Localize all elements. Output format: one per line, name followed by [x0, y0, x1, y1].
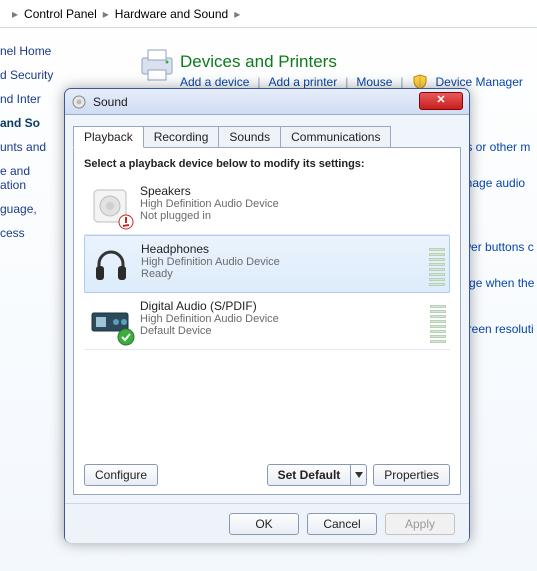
instruction-text: Select a playback device below to modify… [84, 158, 450, 170]
nav-item[interactable]: d Security [0, 68, 55, 82]
device-item-headphones[interactable]: Headphones High Definition Audio Device … [84, 235, 450, 293]
set-default-button[interactable]: Set Default [267, 464, 352, 486]
ok-button[interactable]: OK [229, 513, 299, 535]
unplugged-badge-icon [118, 214, 134, 230]
device-desc: High Definition Audio Device [140, 198, 446, 210]
device-status: Not plugged in [140, 210, 446, 222]
tabstrip: Playback Recording Sounds Communications [73, 125, 461, 147]
device-status: Default Device [140, 325, 424, 337]
set-default-dropdown[interactable] [351, 464, 367, 486]
link-add-device[interactable]: Add a device [180, 75, 249, 89]
level-meter [429, 242, 445, 286]
nav-item[interactable]: cess [0, 226, 55, 240]
page-title: Devices and Printers [180, 52, 537, 72]
set-default-split: Set Default [267, 464, 368, 486]
main-header: Devices and Printers Add a device | Add … [130, 40, 537, 90]
dialog-buttons: OK Cancel Apply [65, 503, 469, 543]
default-check-icon [117, 328, 135, 346]
level-meter [430, 299, 446, 343]
apply-button[interactable]: Apply [385, 513, 455, 535]
separator: | [400, 75, 403, 89]
nav-item[interactable]: guage, [0, 202, 55, 216]
chevron-right-icon: ▸ [12, 7, 18, 21]
device-status: Ready [141, 268, 423, 280]
breadcrumb[interactable]: ▸ Control Panel ▸ Hardware and Sound ▸ [0, 0, 537, 28]
sound-icon [71, 94, 87, 110]
configure-button[interactable]: Configure [84, 464, 158, 486]
tab-communications[interactable]: Communications [280, 126, 391, 148]
sound-dialog: Sound ✕ Playback Recording Sounds Commun… [64, 88, 470, 543]
tab-recording[interactable]: Recording [143, 126, 220, 148]
speakers-icon [88, 184, 132, 228]
device-item-speakers[interactable]: Speakers High Definition Audio Device No… [84, 178, 450, 235]
device-name: Digital Audio (S/PDIF) [140, 299, 424, 313]
chevron-right-icon: ▸ [103, 7, 109, 21]
spdif-icon [88, 299, 132, 343]
device-name: Headphones [141, 242, 423, 256]
separator: | [257, 75, 260, 89]
nav-item[interactable]: unts and [0, 140, 55, 154]
device-desc: High Definition Audio Device [140, 313, 424, 325]
breadcrumb-item-control-panel[interactable]: Control Panel [24, 7, 97, 21]
properties-button[interactable]: Properties [373, 464, 450, 486]
tab-body: Select a playback device below to modify… [73, 147, 461, 495]
device-list: Speakers High Definition Audio Device No… [84, 178, 450, 350]
device-item-spdif[interactable]: Digital Audio (S/PDIF) High Definition A… [84, 293, 450, 350]
nav-item[interactable]: e and ation [0, 164, 55, 192]
separator: | [345, 75, 348, 89]
left-nav: nel Home d Security nd Inter and So unts… [0, 34, 55, 334]
cancel-button[interactable]: Cancel [307, 513, 377, 535]
chevron-down-icon [355, 472, 363, 478]
close-button[interactable]: ✕ [419, 92, 463, 110]
device-name: Speakers [140, 184, 446, 198]
headphones-icon [89, 242, 133, 286]
dialog-title: Sound [93, 95, 128, 109]
tab-sounds[interactable]: Sounds [218, 126, 281, 148]
nav-home[interactable]: nel Home [0, 44, 55, 58]
link-mouse[interactable]: Mouse [356, 75, 392, 89]
link-device-manager[interactable]: Device Manager [436, 75, 523, 89]
tab-playback[interactable]: Playback [73, 126, 144, 148]
chevron-right-icon: ▸ [234, 7, 240, 21]
nav-item[interactable]: nd Inter [0, 92, 55, 106]
device-desc: High Definition Audio Device [141, 256, 423, 268]
titlebar[interactable]: Sound ✕ [65, 89, 469, 115]
link-add-printer[interactable]: Add a printer [269, 75, 338, 89]
nav-item-active[interactable]: and So [0, 116, 55, 130]
breadcrumb-item-hardware-sound[interactable]: Hardware and Sound [115, 7, 228, 21]
